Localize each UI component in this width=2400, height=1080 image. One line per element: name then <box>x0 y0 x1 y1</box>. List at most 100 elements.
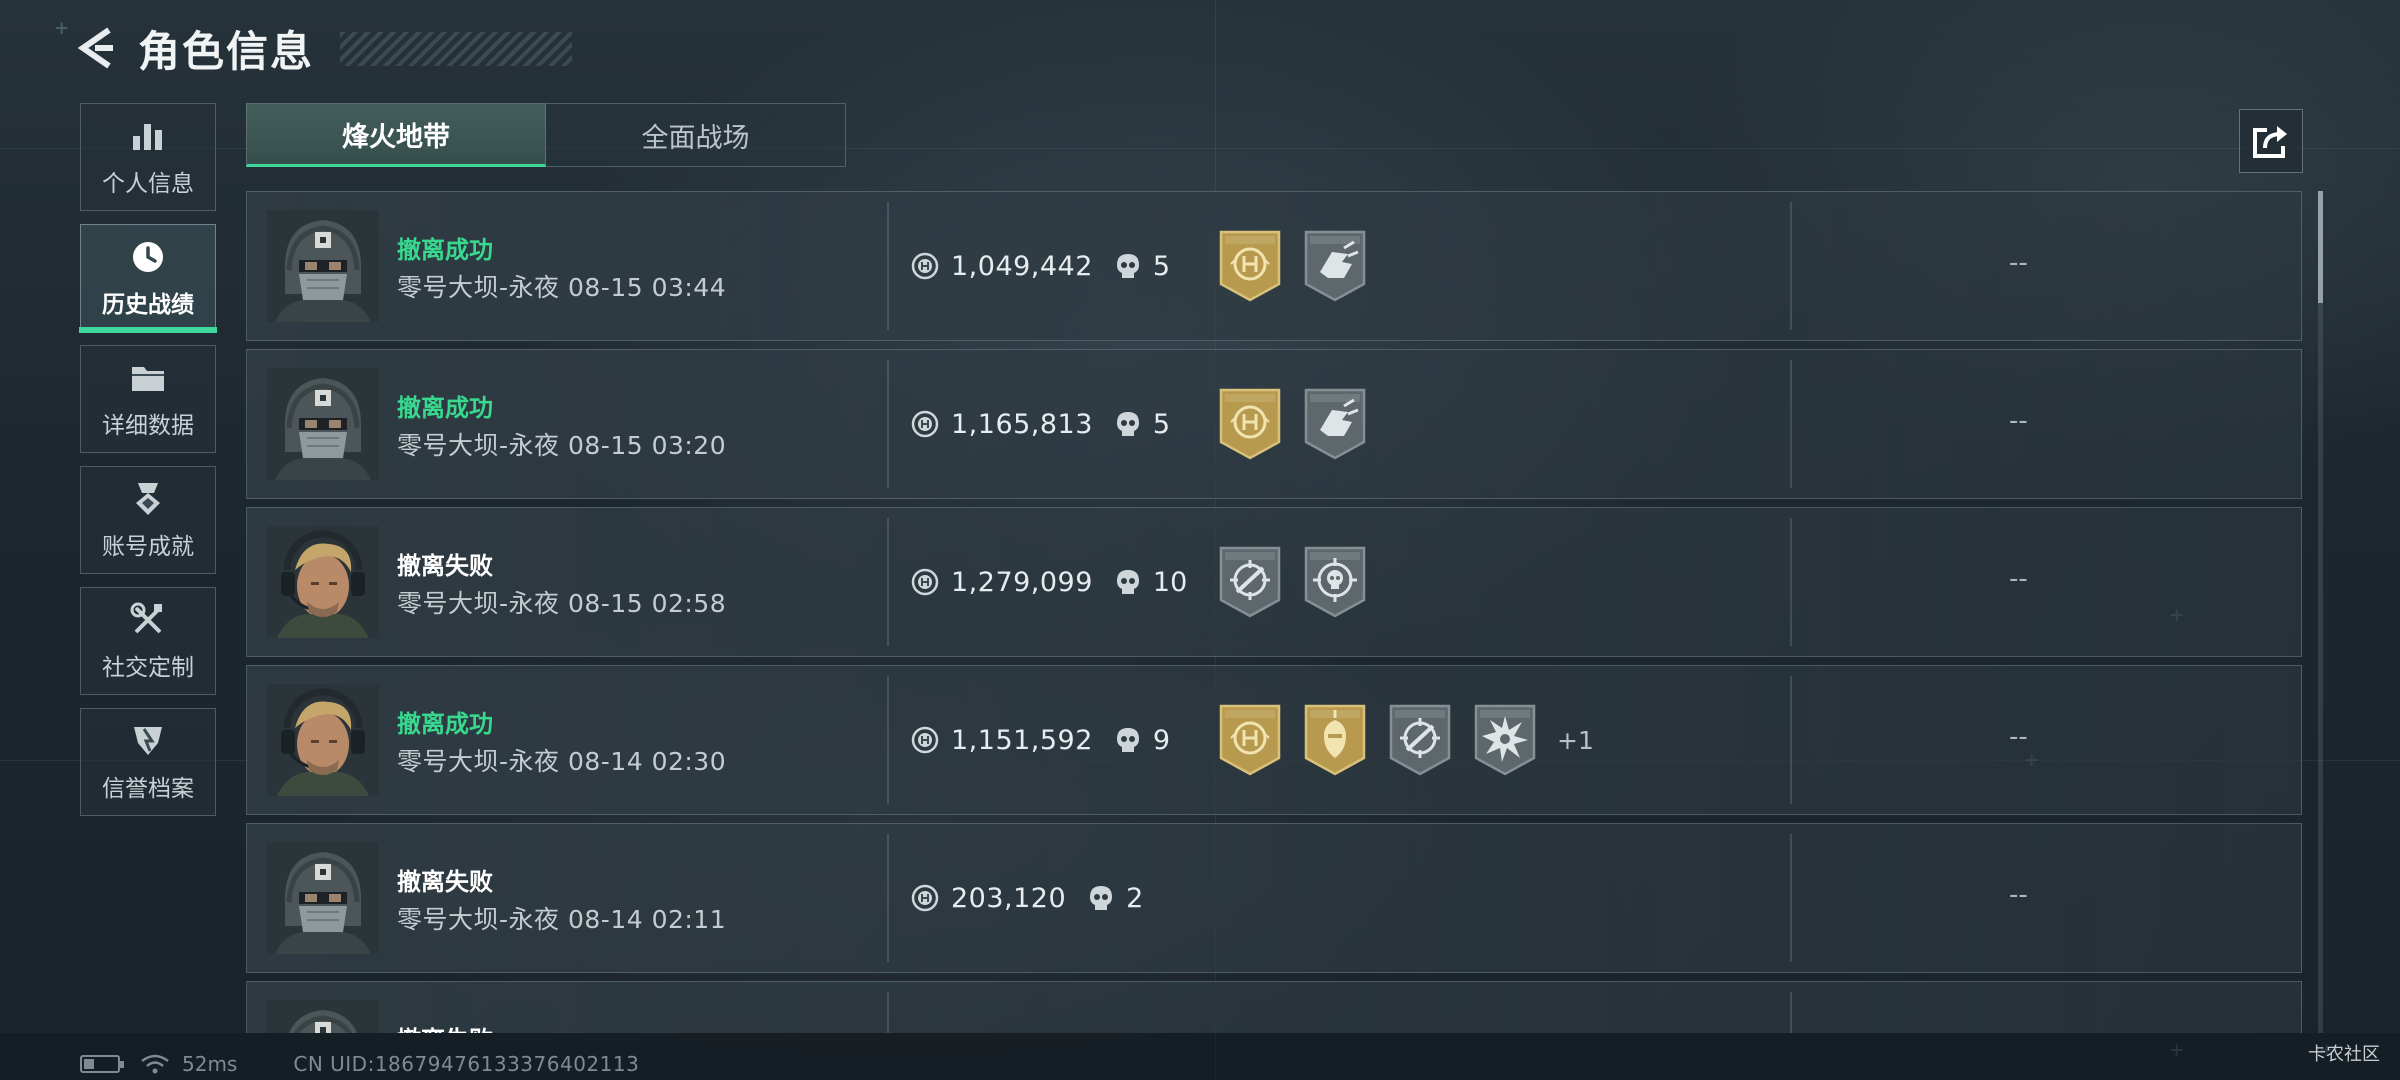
column-divider <box>1790 834 1792 962</box>
kill-count: 5 <box>1152 250 1171 282</box>
back-button[interactable] <box>60 18 130 78</box>
gold-emblem-icon[interactable] <box>1217 702 1283 778</box>
back-arrow-icon <box>77 27 113 69</box>
clock-icon <box>128 237 168 277</box>
operator-portrait-icon <box>267 1000 379 1033</box>
operator-portrait-icon <box>267 526 379 638</box>
match-history-list[interactable]: 撤离成功 零号大坝-永夜 08-15 03:44 1,049,442 5 -- 撤离成功零… <box>246 191 2304 1033</box>
operator-avatar <box>267 210 379 322</box>
sidebar-nav: 个人信息 历史战绩 详细数据 账号成就 社交定制 信誉档案 <box>79 103 217 829</box>
currency-coin-icon <box>911 252 939 280</box>
match-time: 08-15 02:58 <box>567 589 727 618</box>
match-time: 08-15 03:44 <box>567 273 727 302</box>
tab-warzone-extraction[interactable]: 烽火地带 <box>246 103 546 167</box>
sidebar-item-profile[interactable]: 个人信息 <box>80 103 216 211</box>
loot-value: 1,151,592 <box>951 724 1093 756</box>
loot-value-block: 1,151,592 9 <box>911 720 1170 760</box>
currency-coin-icon <box>911 884 939 912</box>
operator-avatar <box>267 684 379 796</box>
ping-value: 52ms <box>182 1052 238 1076</box>
kill-skull-icon <box>1116 728 1139 752</box>
match-record-row[interactable]: 撤离成功 零号大坝-永夜 08-15 03:44 1,049,442 5 -- <box>246 191 2302 341</box>
empty-value-placeholder: -- <box>2009 248 2028 278</box>
loot-value-block: 1,049,442 5 <box>911 246 1170 286</box>
share-button[interactable] <box>2239 109 2303 173</box>
match-time: 08-14 02:30 <box>567 747 727 776</box>
more-badges-count[interactable]: +1 <box>1557 726 1594 755</box>
scrollbar-thumb[interactable] <box>2318 191 2323 303</box>
bar-chart-icon <box>128 116 168 156</box>
operator-portrait-icon <box>267 842 379 954</box>
loot-value: 1,049,442 <box>951 250 1093 282</box>
match-record-row[interactable]: 撤离成功 零号大坝-永夜 08-15 03:20 1,165,813 5 -- <box>246 349 2302 499</box>
column-divider <box>887 834 889 962</box>
sidebar-item-achievements[interactable]: 账号成就 <box>80 466 216 574</box>
sidebar-item-detailed-data[interactable]: 详细数据 <box>80 345 216 453</box>
grey-crosshair-skull-icon[interactable] <box>1302 544 1368 620</box>
empty-value-placeholder: -- <box>2009 722 2028 752</box>
kill-skull-icon <box>1116 412 1139 436</box>
match-badges <box>1217 544 1387 620</box>
column-divider <box>887 992 889 1033</box>
folder-icon <box>128 358 168 398</box>
header: 角色信息 <box>60 18 572 78</box>
map-and-time: 零号大坝-永夜 08-14 02:30 <box>397 742 726 778</box>
currency-coin-icon <box>911 726 939 754</box>
scrollbar[interactable] <box>2318 191 2323 1033</box>
kill-skull-icon <box>1090 886 1113 910</box>
map-name: 零号大坝-永夜 <box>397 431 560 460</box>
gold-emblem-icon[interactable] <box>1217 386 1283 462</box>
map-name: 零号大坝-永夜 <box>397 273 560 302</box>
column-divider <box>1790 202 1792 330</box>
sidebar-item-label: 历史战绩 <box>102 292 194 318</box>
gold-soldier-icon[interactable] <box>1302 702 1368 778</box>
extraction-outcome: 撤离失败 <box>397 1020 493 1033</box>
kill-skull-icon <box>1116 570 1139 594</box>
tab-full-battlefield[interactable]: 全面战场 <box>546 103 846 167</box>
column-divider <box>887 202 889 330</box>
kill-count: 10 <box>1152 566 1188 598</box>
loot-value-block: 1,279,099 10 <box>911 562 1187 602</box>
map-name: 零号大坝-永夜 <box>397 589 560 618</box>
operator-avatar <box>267 842 379 954</box>
match-time: 08-14 02:11 <box>567 905 727 934</box>
operator-avatar <box>267 526 379 638</box>
map-and-time: 零号大坝-永夜 08-15 03:44 <box>397 268 726 304</box>
battery-icon <box>80 1055 124 1073</box>
match-record-row[interactable]: 撤离失败 零号大坝-永夜 08-14 02:11 203,120 2 -- <box>246 823 2302 973</box>
title-hatch-decoration <box>340 32 572 66</box>
operator-avatar <box>267 368 379 480</box>
sidebar-item-label: 账号成就 <box>102 534 194 560</box>
operator-portrait-icon <box>267 210 379 322</box>
loot-value: 1,279,099 <box>951 566 1093 598</box>
gold-emblem-icon[interactable] <box>1217 228 1283 304</box>
extraction-outcome: 撤离成功 <box>397 710 493 738</box>
column-divider <box>1790 676 1792 804</box>
wrench-screwdriver-icon <box>128 600 168 640</box>
column-divider <box>887 360 889 488</box>
match-record-row[interactable]: 撤离失败 零号大坝-永夜 08-15 02:58 1,279,099 10 -- <box>246 507 2302 657</box>
map-and-time: 零号大坝-永夜 08-15 02:58 <box>397 584 726 620</box>
extraction-outcome: 撤离失败 <box>397 868 493 896</box>
wifi-icon <box>141 1054 169 1074</box>
match-record-row[interactable]: 撤离失败 <box>246 981 2302 1033</box>
match-badges <box>1217 228 1387 304</box>
match-record-row[interactable]: 撤离成功零号大坝-永夜 08-14 02:30 1,151,592 9 +1 -- <box>246 665 2302 815</box>
map-and-time: 零号大坝-永夜 08-15 03:20 <box>397 426 726 462</box>
medal-icon <box>128 479 168 519</box>
sidebar-item-social[interactable]: 社交定制 <box>80 587 216 695</box>
sidebar-item-history[interactable]: 历史战绩 <box>79 224 217 333</box>
column-divider <box>1790 360 1792 488</box>
grey-crosshair-rifle-icon[interactable] <box>1217 544 1283 620</box>
grey-crosshair-rifle-icon[interactable] <box>1387 702 1453 778</box>
empty-value-placeholder: -- <box>2009 880 2028 910</box>
page-title: 角色信息 <box>138 26 315 76</box>
grey-burst-icon[interactable] <box>1472 702 1538 778</box>
sidebar-item-label: 详细数据 <box>102 413 194 439</box>
share-icon <box>2253 126 2287 158</box>
grey-hand-icon[interactable] <box>1302 228 1368 304</box>
map-and-time: 零号大坝-永夜 08-14 02:11 <box>397 900 726 936</box>
sidebar-item-reputation[interactable]: 信誉档案 <box>80 708 216 816</box>
grey-hand-icon[interactable] <box>1302 386 1368 462</box>
currency-coin-icon <box>911 568 939 596</box>
